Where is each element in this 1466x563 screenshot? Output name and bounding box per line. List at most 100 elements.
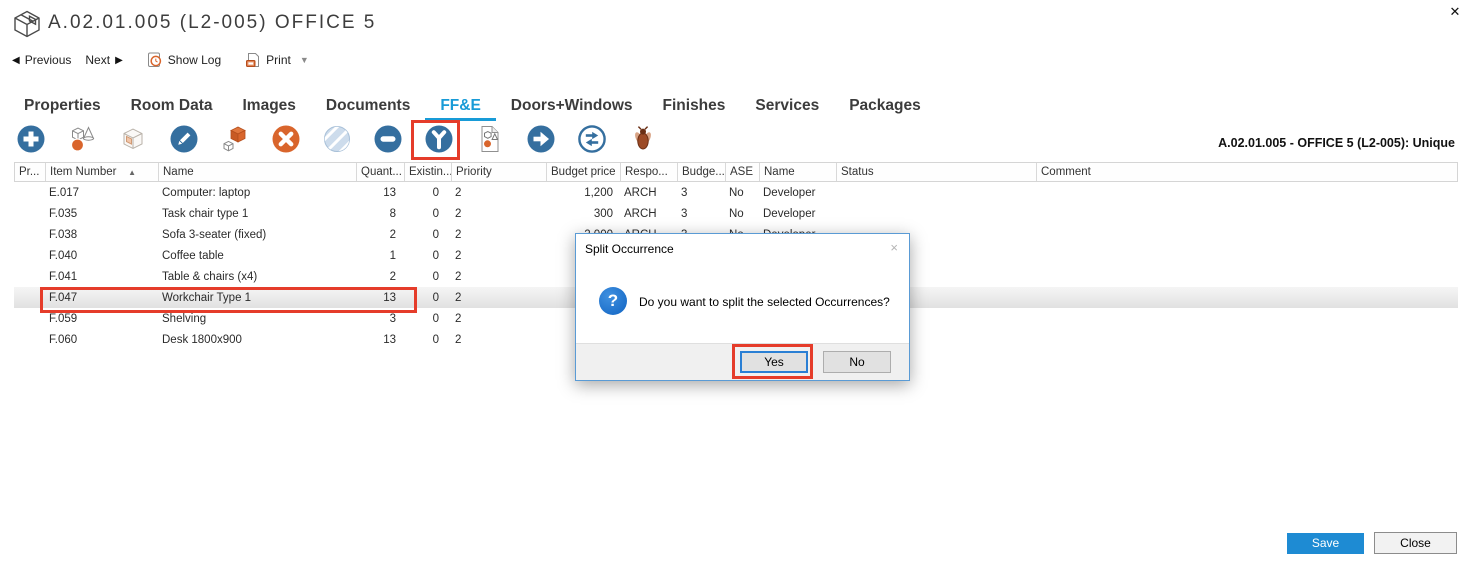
room-window: A.02.01.005 (L2-005) OFFICE 5 ✕ ◀ Previo… — [0, 0, 1466, 563]
column-header-pr-[interactable]: Pr... — [15, 163, 46, 181]
cell: 0 — [404, 229, 451, 241]
column-header-comment[interactable]: Comment — [1037, 163, 1452, 181]
cell: 0 — [404, 208, 451, 220]
tab-services[interactable]: Services — [755, 95, 819, 117]
print-button[interactable]: Print ▼ — [245, 52, 309, 68]
cell: Workchair Type 1 — [158, 292, 356, 304]
previous-button[interactable]: ◀ Previous — [12, 53, 71, 67]
cell: 2 — [451, 208, 546, 220]
save-button[interactable]: Save — [1287, 533, 1364, 554]
cell: Computer: laptop — [158, 187, 356, 199]
tab-room-data[interactable]: Room Data — [131, 95, 213, 117]
cell: 3 — [677, 187, 725, 199]
dialog-message: Do you want to split the selected Occurr… — [639, 295, 890, 309]
add-icon[interactable] — [16, 124, 46, 154]
duplicate-occurrence-icon[interactable] — [220, 124, 250, 154]
print-label: Print — [266, 53, 291, 67]
cell: Desk 1800x900 — [158, 334, 356, 346]
next-arrow-icon: ▶ — [115, 55, 123, 66]
ffe-toolbar — [16, 124, 658, 154]
cell: 0 — [404, 250, 451, 262]
close-button[interactable]: Close — [1374, 532, 1457, 554]
cell: 0 — [404, 334, 451, 346]
cell: 1 — [356, 250, 404, 262]
cell: 8 — [356, 208, 404, 220]
cell: Developer — [759, 208, 836, 220]
move-icon[interactable] — [526, 124, 556, 154]
item-report-icon[interactable] — [475, 124, 505, 154]
tab-images[interactable]: Images — [243, 95, 296, 117]
cell: F.038 — [45, 229, 158, 241]
tab-properties[interactable]: Properties — [24, 95, 101, 117]
no-button[interactable]: No — [823, 351, 891, 373]
tab-ff-e[interactable]: FF&E — [440, 95, 480, 117]
cell: 0 — [404, 292, 451, 304]
room-context-label: A.02.01.005 - OFFICE 5 (L2-005): Unique — [1218, 136, 1455, 150]
column-header-priority[interactable]: Priority — [452, 163, 547, 181]
merge-icon[interactable] — [373, 124, 403, 154]
cell: 2 — [356, 229, 404, 241]
next-button[interactable]: Next ▶ — [85, 53, 122, 67]
column-header-respo-[interactable]: Respo... — [621, 163, 678, 181]
cell: 2 — [451, 292, 546, 304]
cell: 2 — [451, 187, 546, 199]
cell: 2 — [451, 271, 546, 283]
cell: No — [725, 187, 759, 199]
column-header-name[interactable]: Name — [760, 163, 837, 181]
dialog-title: Split Occurrence — [585, 242, 674, 256]
cell: 0 — [404, 271, 451, 283]
page-title: A.02.01.005 (L2-005) OFFICE 5 — [48, 12, 376, 34]
column-header-budget-price[interactable]: Budget price — [547, 163, 621, 181]
window-close-icon[interactable]: ✕ — [1445, 2, 1465, 22]
edit-icon[interactable] — [169, 124, 199, 154]
tab-packages[interactable]: Packages — [849, 95, 921, 117]
column-header-name[interactable]: Name — [159, 163, 357, 181]
cell: F.047 — [45, 292, 158, 304]
cell: Shelving — [158, 313, 356, 325]
column-header-existin-[interactable]: Existin... — [405, 163, 452, 181]
dialog-footer: Yes No — [576, 343, 909, 380]
add-from-catalog-icon[interactable] — [67, 124, 97, 154]
cell: 3 — [356, 313, 404, 325]
package-icon[interactable] — [118, 124, 148, 154]
next-label: Next — [85, 53, 110, 67]
cell: 0 — [404, 313, 451, 325]
column-header-ase[interactable]: ASE — [726, 163, 760, 181]
tab-finishes[interactable]: Finishes — [663, 95, 726, 117]
tab-documents[interactable]: Documents — [326, 95, 410, 117]
dialog-close-icon[interactable]: × — [890, 240, 898, 255]
cell: Task chair type 1 — [158, 208, 356, 220]
cell: F.040 — [45, 250, 158, 262]
delete-icon[interactable] — [271, 124, 301, 154]
print-dropdown-icon[interactable]: ▼ — [300, 55, 309, 65]
table-header-row: Pr...Item Number▲NameQuant...Existin...P… — [14, 162, 1458, 182]
cell: F.041 — [45, 271, 158, 283]
cell: 300 — [546, 208, 620, 220]
column-header-status[interactable]: Status — [837, 163, 1037, 181]
cell: ARCH — [620, 208, 677, 220]
split-occurrence-dialog: Split Occurrence × ? Do you want to spli… — [575, 233, 910, 381]
cell: 2 — [451, 313, 546, 325]
cell: Table & chairs (x4) — [158, 271, 356, 283]
tab-doors-windows[interactable]: Doors+Windows — [511, 95, 633, 117]
cell: F.060 — [45, 334, 158, 346]
cell: No — [725, 208, 759, 220]
cell: 1,200 — [546, 187, 620, 199]
bug-icon[interactable] — [628, 124, 658, 154]
column-header-quant-[interactable]: Quant... — [357, 163, 405, 181]
show-log-button[interactable]: Show Log — [147, 52, 221, 68]
table-row-F.035[interactable]: F.035Task chair type 1802300ARCH3NoDevel… — [14, 203, 1458, 224]
column-header-budge-[interactable]: Budge... — [678, 163, 726, 181]
cell: 3 — [677, 208, 725, 220]
tab-bar: Properties Room Data Images Documents FF&E Do… — [24, 95, 921, 117]
cell: 13 — [356, 292, 404, 304]
disabled-circle-icon — [322, 124, 352, 154]
transfer-icon[interactable] — [577, 124, 607, 154]
previous-arrow-icon: ◀ — [12, 55, 20, 66]
column-header-item-number[interactable]: Item Number▲ — [46, 163, 159, 181]
show-log-icon — [147, 52, 163, 68]
cell: 2 — [451, 229, 546, 241]
yes-button[interactable]: Yes — [740, 351, 808, 373]
table-row-E.017[interactable]: E.017Computer: laptop13021,200ARCH3NoDev… — [14, 182, 1458, 203]
split-occurrence-icon[interactable] — [424, 124, 454, 154]
